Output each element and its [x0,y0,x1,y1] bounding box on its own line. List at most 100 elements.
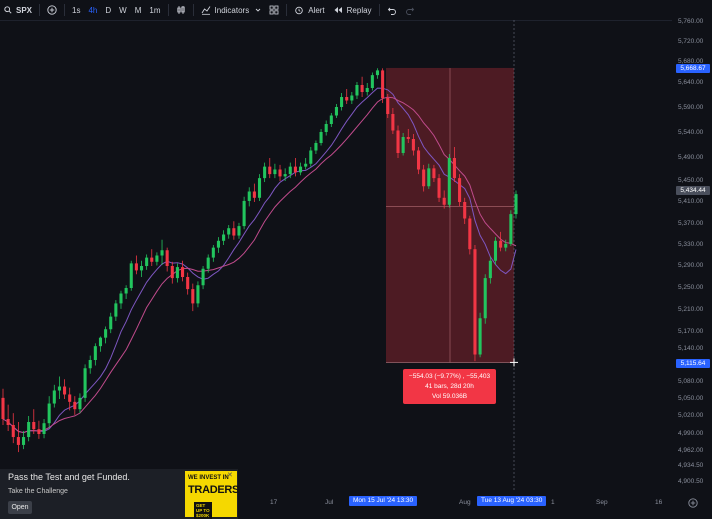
chart-type-button[interactable] [172,0,190,20]
candle-body [78,397,82,410]
candle-body [416,150,421,170]
measure-bars: 41 bars, 28d 20h [425,383,474,390]
interval-4h[interactable]: 4h [84,0,101,20]
interval-w[interactable]: W [115,0,131,20]
price-axis-label: 4,934.50 [678,462,704,469]
indicators-button[interactable]: Indicators [197,0,266,20]
candle-body [237,226,241,236]
toolbar-divider [378,4,380,16]
price-axis-label: 5,590.00 [678,104,704,111]
candle-body [206,257,210,269]
candle-body [278,169,282,177]
alert-label: Alert [308,5,325,15]
compare-symbol-button[interactable] [43,0,61,20]
ad-logo-line2: TRADERS [188,484,240,496]
interval-label: D [105,5,112,15]
symbol-search[interactable]: SPX [0,0,36,20]
undo-button[interactable] [383,0,401,20]
price-axis-label: 5,540.00 [678,129,704,136]
plus-circle-icon [688,498,698,508]
redo-button[interactable] [401,0,419,20]
price-axis[interactable]: 5,760.00 5,720.00 5,680.00 5,640.00 5,590.00… [672,18,712,490]
interval-1s[interactable]: 1s [68,0,84,20]
candle-body [52,390,56,404]
candle-body [365,88,369,92]
toolbar-divider [39,4,41,16]
candle-body [314,143,318,151]
candle-body [196,285,200,304]
price-axis-label: 5,210.00 [678,306,704,313]
interval-m[interactable]: M [131,0,146,20]
candle-body [473,249,477,355]
candle-body [396,130,400,153]
candle-body [340,97,344,107]
price-range-measure [386,67,514,363]
candle-body [437,178,441,198]
alarm-clock-icon [294,5,304,15]
price-axis-label: 5,450.00 [678,177,704,184]
chevron-down-icon [255,7,261,13]
price-axis-label: 5,170.00 [678,328,704,335]
candle-body [11,425,15,438]
replay-label: Replay [346,5,372,15]
measure-tooltip: −554.03 (−9.77%) , −55,403 41 bars, 28d … [403,369,496,404]
interval-d[interactable]: D [101,0,115,20]
time-axis-label: 1 [551,499,555,506]
candle-body [201,268,205,286]
price-axis-label: 5,330.00 [678,241,704,248]
candle-body [175,267,179,279]
ad-close-icon[interactable]: ✕ [227,471,233,479]
candle-body [509,214,513,244]
top-toolbar: SPX 1s 4h D W M 1m Indicators Alert Repl… [0,0,712,21]
candle-body [119,293,123,304]
interval-label: 4h [88,5,98,15]
candle-body [386,98,390,114]
candle-body [227,228,231,235]
alert-button[interactable]: Alert [290,0,328,20]
candle-body [324,124,328,132]
undo-icon [387,5,397,15]
ad-open-button[interactable]: Open [8,501,32,514]
range-low-price-tag: 5,115.64 [676,359,710,368]
candle-body [432,168,436,179]
candle-body [114,303,118,317]
candles-icon [176,5,186,15]
candle-body [1,397,5,419]
candle-body [293,166,297,173]
candle-body [360,85,364,92]
price-axis-label: 5,640.00 [678,79,704,86]
candle-body [483,278,487,319]
candle-body [93,346,97,360]
price-chart[interactable] [0,20,672,490]
candle-body [442,197,446,205]
replay-button[interactable]: Replay [329,0,376,20]
candle-body [27,422,31,438]
candle-body [401,137,405,153]
candle-body [319,132,323,143]
interval-1m[interactable]: 1m [145,0,164,20]
candle-body [452,158,456,179]
candle-body [422,169,426,187]
candle-body [370,75,374,88]
candle-body [350,95,354,101]
symbol-label: SPX [16,5,33,15]
indicators-label: Indicators [214,5,250,15]
grid-icon [269,5,279,15]
candle-body [165,250,169,266]
candle-body [514,194,518,215]
plus-circle-icon [47,5,57,15]
candle-body [88,360,92,369]
candle-body [406,137,410,139]
candle-body [355,85,359,96]
redo-icon [405,5,415,15]
candle-body [263,166,267,179]
candle-body [211,247,215,258]
advertisement: Pass the Test and get Funded. Take the C… [0,469,240,519]
layout-templates-button[interactable] [265,0,283,20]
ad-subtitle: Take the Challenge [8,488,68,495]
candle-body [247,191,251,201]
candle-body [499,240,503,248]
replay-icon [333,5,343,15]
price-axis-label: 4,900.50 [678,478,704,485]
add-time-button[interactable] [688,495,700,508]
